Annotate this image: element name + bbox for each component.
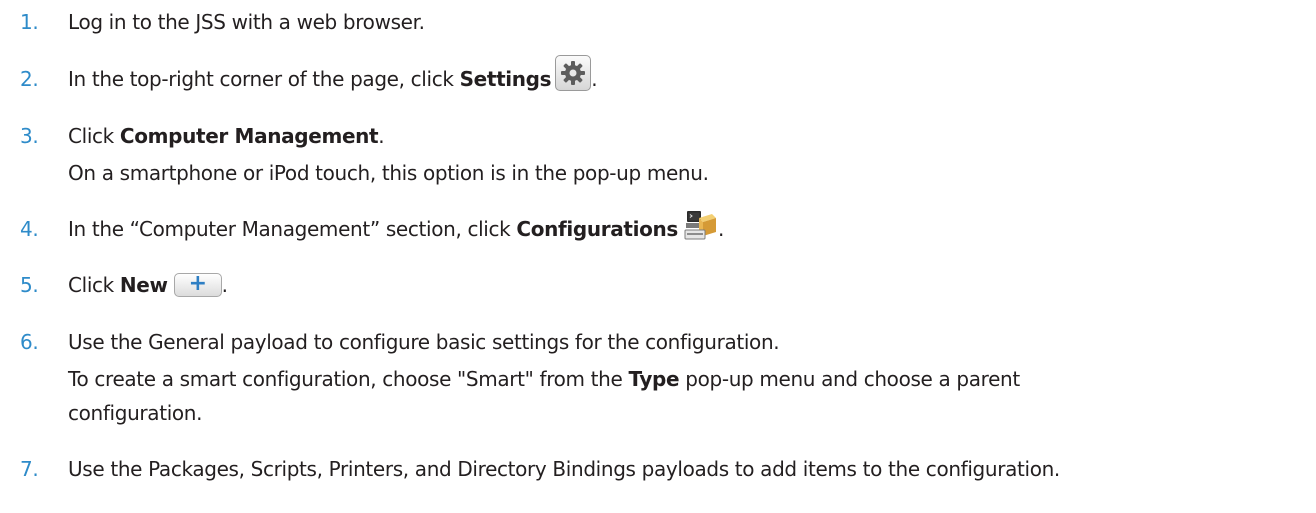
step-number: 6. [20,330,39,354]
step-6-note: To create a smart configuration, choose … [68,367,1020,391]
step-text: In the top-right corner of the page, cli… [68,54,598,92]
step-number: 5. [20,273,39,297]
step-number: 7. [20,457,39,481]
step-number: 4. [20,217,39,241]
step-text: Click New +. [68,270,228,297]
step-text: Log in to the JSS with a web browser. [68,10,425,34]
gear-icon[interactable] [555,54,592,91]
step-text: In the “Computer Management” section, cl… [68,210,724,242]
step-number: 3. [20,124,39,148]
step-text: Click Computer Management. [68,124,385,148]
step-number: 2. [20,67,39,91]
step-text: Use the General payload to configure bas… [68,330,780,354]
settings-label: Settings [459,67,552,91]
configurations-icon[interactable] [684,208,718,242]
configurations-label: Configurations [516,217,678,241]
step-number: 1. [20,10,39,34]
new-button[interactable]: + [173,272,222,297]
step-3-note: On a smartphone or iPod touch, this opti… [68,161,709,185]
new-label: New [119,273,168,297]
step-6-note-line2: configuration. [68,401,203,425]
instruction-steps: 1. Log in to the JSS with a web browser.… [0,0,1316,513]
step-text: Use the Packages, Scripts, Printers, and… [68,457,1060,481]
computer-management-label: Computer Management [119,124,379,148]
type-label: Type [628,367,680,391]
